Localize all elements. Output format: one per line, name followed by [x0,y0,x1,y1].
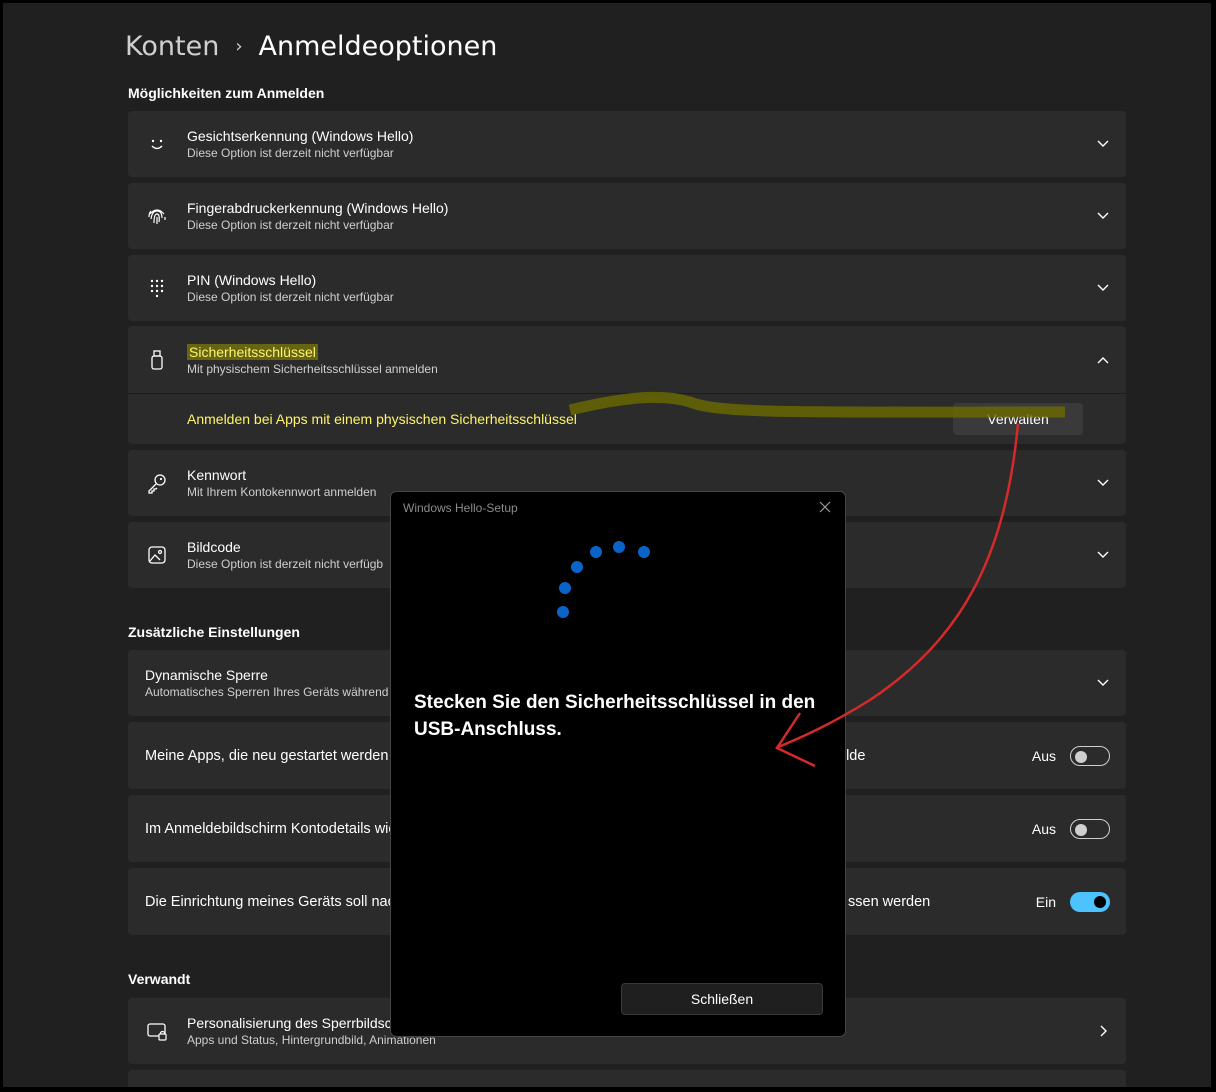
option-subtitle: Mit Ihrem Kontokennwort anmelden [187,485,377,499]
security-key-expanded: Anmelden bei Apps mit einem physischen S… [128,394,1126,444]
setting-subtitle: Automatisches Sperren Ihres Geräts währe… [145,685,389,699]
key-icon [148,474,166,494]
chevron-down-icon[interactable] [1096,281,1110,295]
option-subtitle: Diese Option ist derzeit nicht verfügbar [187,290,394,304]
fingerprint-icon [148,209,166,224]
restart-apps-toggle[interactable] [1070,745,1110,766]
keypad-icon [150,279,164,298]
signin-option-face[interactable]: Gesichtserkennung (Windows Hello) Diese … [128,111,1126,177]
security-key-description: Anmelden bei Apps mit einem physischen S… [187,411,577,427]
loading-spinner-icon [557,541,650,618]
chevron-down-icon[interactable] [1096,476,1110,490]
toggle-state-label: Aus [1031,747,1056,764]
account-details-toggle[interactable] [1070,818,1110,839]
chevron-right-icon[interactable] [1096,1024,1110,1038]
lock-screen-icon [147,1023,167,1041]
option-subtitle: Diese Option ist derzeit nicht verfügbar [187,146,394,160]
option-title: Gesichtserkennung (Windows Hello) [187,128,414,144]
chevron-up-icon[interactable] [1096,353,1110,367]
option-subtitle: Mit physischem Sicherheitsschlüssel anme… [187,361,438,376]
manage-button[interactable]: Verwalten [953,403,1083,435]
option-title: PIN (Windows Hello) [187,272,317,288]
chevron-down-icon[interactable] [1096,137,1110,151]
device-setup-toggle[interactable] [1070,891,1110,912]
breadcrumb-konten[interactable]: Konten [125,31,219,62]
page-title: Anmeldeoptionen [258,31,498,62]
toggle-state-label: Aus [1031,820,1056,837]
chevron-down-icon[interactable] [1096,548,1110,562]
dialog-title: Windows Hello-Setup [403,501,518,515]
dialog-close-button[interactable]: Schließen [621,983,823,1015]
usb-key-icon [151,349,163,370]
chevron-right-icon: › [235,36,243,57]
setting-title: Meine Apps, die neu gestartet werden k [145,747,400,764]
close-icon[interactable] [819,501,831,513]
setting-title: Die Einrichtung meines Geräts soll nach [145,893,403,910]
picture-icon [148,546,166,564]
signin-option-security-key[interactable]: Sicherheitsschlüssel Mit physischem Sich… [128,326,1126,444]
section-related-title: Verwandt [128,971,191,987]
setting-title: Im Anmeldebildschirm Kontodetails wie [145,820,397,837]
settings-window: Konten › Anmeldeoptionen Möglichkeiten z… [3,3,1211,1087]
option-title: Sicherheitsschlüssel [187,343,318,360]
setting-title: Dynamische Sperre [145,667,268,683]
toggle-state-label: Ein [1035,893,1056,910]
breadcrumb: Konten › Anmeldeoptionen [125,31,497,62]
option-title: Fingerabdruckerkennung (Windows Hello) [187,200,449,216]
setting-title-tail: ssen werden [848,893,931,910]
chevron-down-icon[interactable] [1096,676,1110,690]
signin-option-pin[interactable]: PIN (Windows Hello) Diese Option ist der… [128,255,1126,321]
signin-option-fingerprint[interactable]: Fingerabdruckerkennung (Windows Hello) D… [128,183,1126,249]
option-subtitle: Diese Option ist derzeit nicht verfügb [187,557,384,571]
section-additional-title: Zusätzliche Einstellungen [128,624,300,640]
windows-hello-dialog: Windows Hello-Setup Stecken Sie den Sich… [390,491,846,1037]
option-subtitle: Diese Option ist derzeit nicht verfügbar [187,218,394,232]
face-icon [151,139,163,150]
option-title: Kennwort [187,467,247,483]
security-key-header[interactable]: Sicherheitsschlüssel Mit physischem Sich… [128,326,1126,393]
related-next-item[interactable] [128,1070,1126,1087]
dialog-message: Stecken Sie den Sicherheitsschlüssel in … [414,692,816,740]
chevron-down-icon[interactable] [1096,209,1110,223]
section-signin-title: Möglichkeiten zum Anmelden [128,85,325,101]
option-title: Bildcode [187,539,241,555]
